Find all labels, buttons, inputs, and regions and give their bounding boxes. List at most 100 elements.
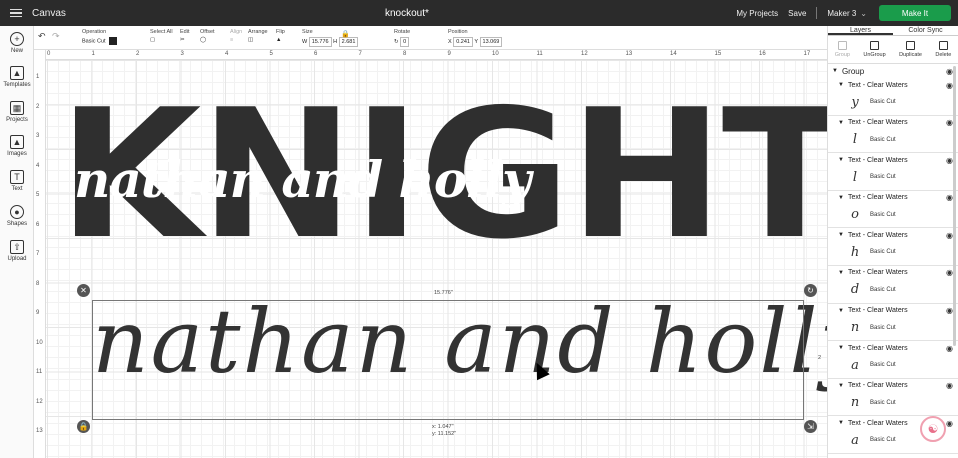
ruler-tick-label: 4: [225, 51, 229, 57]
caret-down-icon[interactable]: ▼: [838, 345, 844, 351]
caret-down-icon[interactable]: ▼: [838, 270, 844, 276]
caret-down-icon[interactable]: ▼: [838, 195, 844, 201]
color-swatch[interactable]: [108, 37, 117, 45]
width-input[interactable]: 15.776: [308, 37, 332, 47]
rotate-control: Rotate ↻ 0: [394, 29, 410, 47]
caret-down-icon[interactable]: ▼: [838, 157, 844, 163]
layer-row[interactable]: ▼ Text - Clear Waters ◉ h Basic Cut: [828, 228, 958, 266]
eye-icon[interactable]: ◉: [946, 156, 953, 165]
caret-down-icon[interactable]: ▼: [838, 420, 844, 426]
scrollbar[interactable]: [953, 66, 956, 346]
edit-control[interactable]: Edit ✂: [180, 29, 189, 43]
rotate-icon: ↻: [394, 39, 399, 45]
nav-templates[interactable]: ▲ Templates: [0, 66, 34, 88]
rotate-input[interactable]: 0: [400, 37, 410, 47]
rotate-handle-icon[interactable]: ↻: [804, 284, 817, 297]
position-y-readout: y: 11.152": [432, 431, 457, 437]
layer-row[interactable]: ▼ Text - Clear Waters ◉ n Basic Cut: [828, 304, 958, 342]
ruler-tick-label: 1: [36, 74, 40, 80]
layers-panel: Layers Color Sync Group UnGroup Duplicat…: [827, 26, 958, 458]
ruler-tick-label: 15: [714, 51, 722, 57]
tab-color-sync[interactable]: Color Sync: [893, 26, 958, 35]
eye-icon[interactable]: ◉: [946, 67, 953, 76]
divider: [816, 7, 818, 19]
layer-row[interactable]: ▼ Text - Clear Waters ◉ d Basic Cut: [828, 266, 958, 304]
top-ruler: 0 1 2 3 4 5 6 7 8 9 10 11 12 13 14 15 16 17: [34, 50, 827, 60]
selection-box[interactable]: [92, 300, 804, 420]
operation-control[interactable]: Operation Basic Cut: [82, 29, 117, 45]
select-all-label: Select All: [150, 29, 173, 35]
undo-icon[interactable]: ↶: [38, 31, 46, 42]
layer-operation: Basic Cut: [870, 399, 896, 406]
caret-down-icon[interactable]: ▼: [838, 120, 844, 126]
lock-handle-icon[interactable]: 🔒: [77, 420, 90, 433]
tab-layers[interactable]: Layers: [828, 26, 893, 35]
resize-handle-icon[interactable]: ⇲: [804, 420, 817, 433]
eye-icon[interactable]: ◉: [946, 344, 953, 353]
eye-icon[interactable]: ◉: [946, 118, 953, 127]
my-projects-link[interactable]: My Projects: [736, 9, 778, 18]
hamburger-menu-icon[interactable]: [0, 0, 32, 26]
eye-icon[interactable]: ◉: [946, 268, 953, 277]
caret-down-icon[interactable]: ▼: [838, 308, 844, 314]
duplicate-button-label: Duplicate: [899, 52, 922, 58]
nav-new[interactable]: + New: [0, 32, 34, 54]
caret-down-icon[interactable]: ▼: [838, 82, 844, 88]
nav-upload[interactable]: ⇧ Upload: [0, 240, 34, 262]
ungroup-button-label: UnGroup: [863, 52, 886, 58]
ruler-tick-label: 1: [91, 51, 95, 57]
align-icon: ≡: [230, 37, 234, 43]
design-canvas[interactable]: 0 1 2 3 4 5 6 7 8 9 10 11 12 13 14 15 16 17 1 2 3 4 5 6 7 8 9 10 11…: [34, 50, 827, 458]
height-input[interactable]: 2.681: [338, 37, 359, 47]
delete-handle-close-icon[interactable]: ✕: [77, 284, 90, 297]
caret-down-icon[interactable]: ▼: [832, 68, 838, 74]
layer-operation: Basic Cut: [870, 362, 896, 369]
y-input[interactable]: 13.069: [479, 37, 503, 47]
upload-icon: ⇧: [10, 240, 24, 254]
redo-icon[interactable]: ↷: [52, 31, 60, 42]
eye-icon[interactable]: ◉: [946, 306, 953, 315]
machine-select[interactable]: Maker 3: [827, 9, 856, 18]
layer-row[interactable]: ▼ Text - Clear Waters ◉ o Basic Cut: [828, 191, 958, 229]
ungroup-button[interactable]: UnGroup: [863, 41, 886, 58]
nav-label: Shapes: [6, 221, 28, 227]
align-control[interactable]: Align ≡: [230, 29, 242, 43]
layer-row[interactable]: ▼ Text - Clear Waters ◉ n Basic Cut: [828, 379, 958, 417]
save-link[interactable]: Save: [788, 9, 806, 18]
flip-control[interactable]: Flip ▲: [276, 29, 285, 43]
eye-icon[interactable]: ◉: [946, 193, 953, 202]
ruler-tick-label: 0: [47, 51, 51, 57]
nav-projects[interactable]: ▦ Projects: [0, 101, 34, 123]
layer-operation: Basic Cut: [870, 136, 896, 143]
select-all-control[interactable]: Select All ▢: [150, 29, 173, 43]
group-button[interactable]: Group: [835, 41, 850, 58]
group-row[interactable]: ▼ Group ◉: [828, 64, 958, 78]
offset-control[interactable]: Offset ◯: [200, 29, 215, 43]
eye-icon[interactable]: ◉: [946, 419, 953, 428]
nav-text[interactable]: T Text: [0, 170, 34, 192]
nav-shapes[interactable]: ● Shapes: [0, 205, 34, 227]
layer-row[interactable]: ▼ Text - Clear Waters ◉ y Basic Cut: [828, 78, 958, 116]
operation-value[interactable]: Basic Cut: [82, 38, 106, 44]
layer-thumbnail: o: [851, 207, 859, 223]
arrange-control[interactable]: Arrange ◫: [248, 29, 268, 43]
x-input[interactable]: 0.241: [453, 37, 473, 47]
nav-label: New: [10, 48, 23, 54]
chevron-down-icon[interactable]: ⌄: [860, 9, 867, 18]
delete-button[interactable]: Delete: [935, 41, 951, 58]
make-it-button[interactable]: Make It: [879, 5, 951, 21]
layer-row[interactable]: ▼ Text - Clear Waters ◉ l Basic Cut: [828, 116, 958, 154]
nav-images[interactable]: ▲ Images: [0, 135, 34, 157]
lock-icon[interactable]: 🔒: [341, 30, 350, 38]
layer-row[interactable]: ▼ Text - Clear Waters ◉ l Basic Cut: [828, 153, 958, 191]
layer-thumbnail: l: [852, 132, 858, 148]
caret-down-icon[interactable]: ▼: [838, 232, 844, 238]
duplicate-button[interactable]: Duplicate: [899, 41, 922, 58]
caret-down-icon[interactable]: ▼: [838, 383, 844, 389]
eye-icon[interactable]: ◉: [946, 231, 953, 240]
layer-row[interactable]: ▼ Text - Clear Waters ◉ a Basic Cut: [828, 341, 958, 379]
eye-icon[interactable]: ◉: [946, 381, 953, 390]
layer-operation: Basic Cut: [870, 249, 896, 256]
eye-icon[interactable]: ◉: [946, 81, 953, 90]
ruler-tick-label: 14: [670, 51, 677, 57]
